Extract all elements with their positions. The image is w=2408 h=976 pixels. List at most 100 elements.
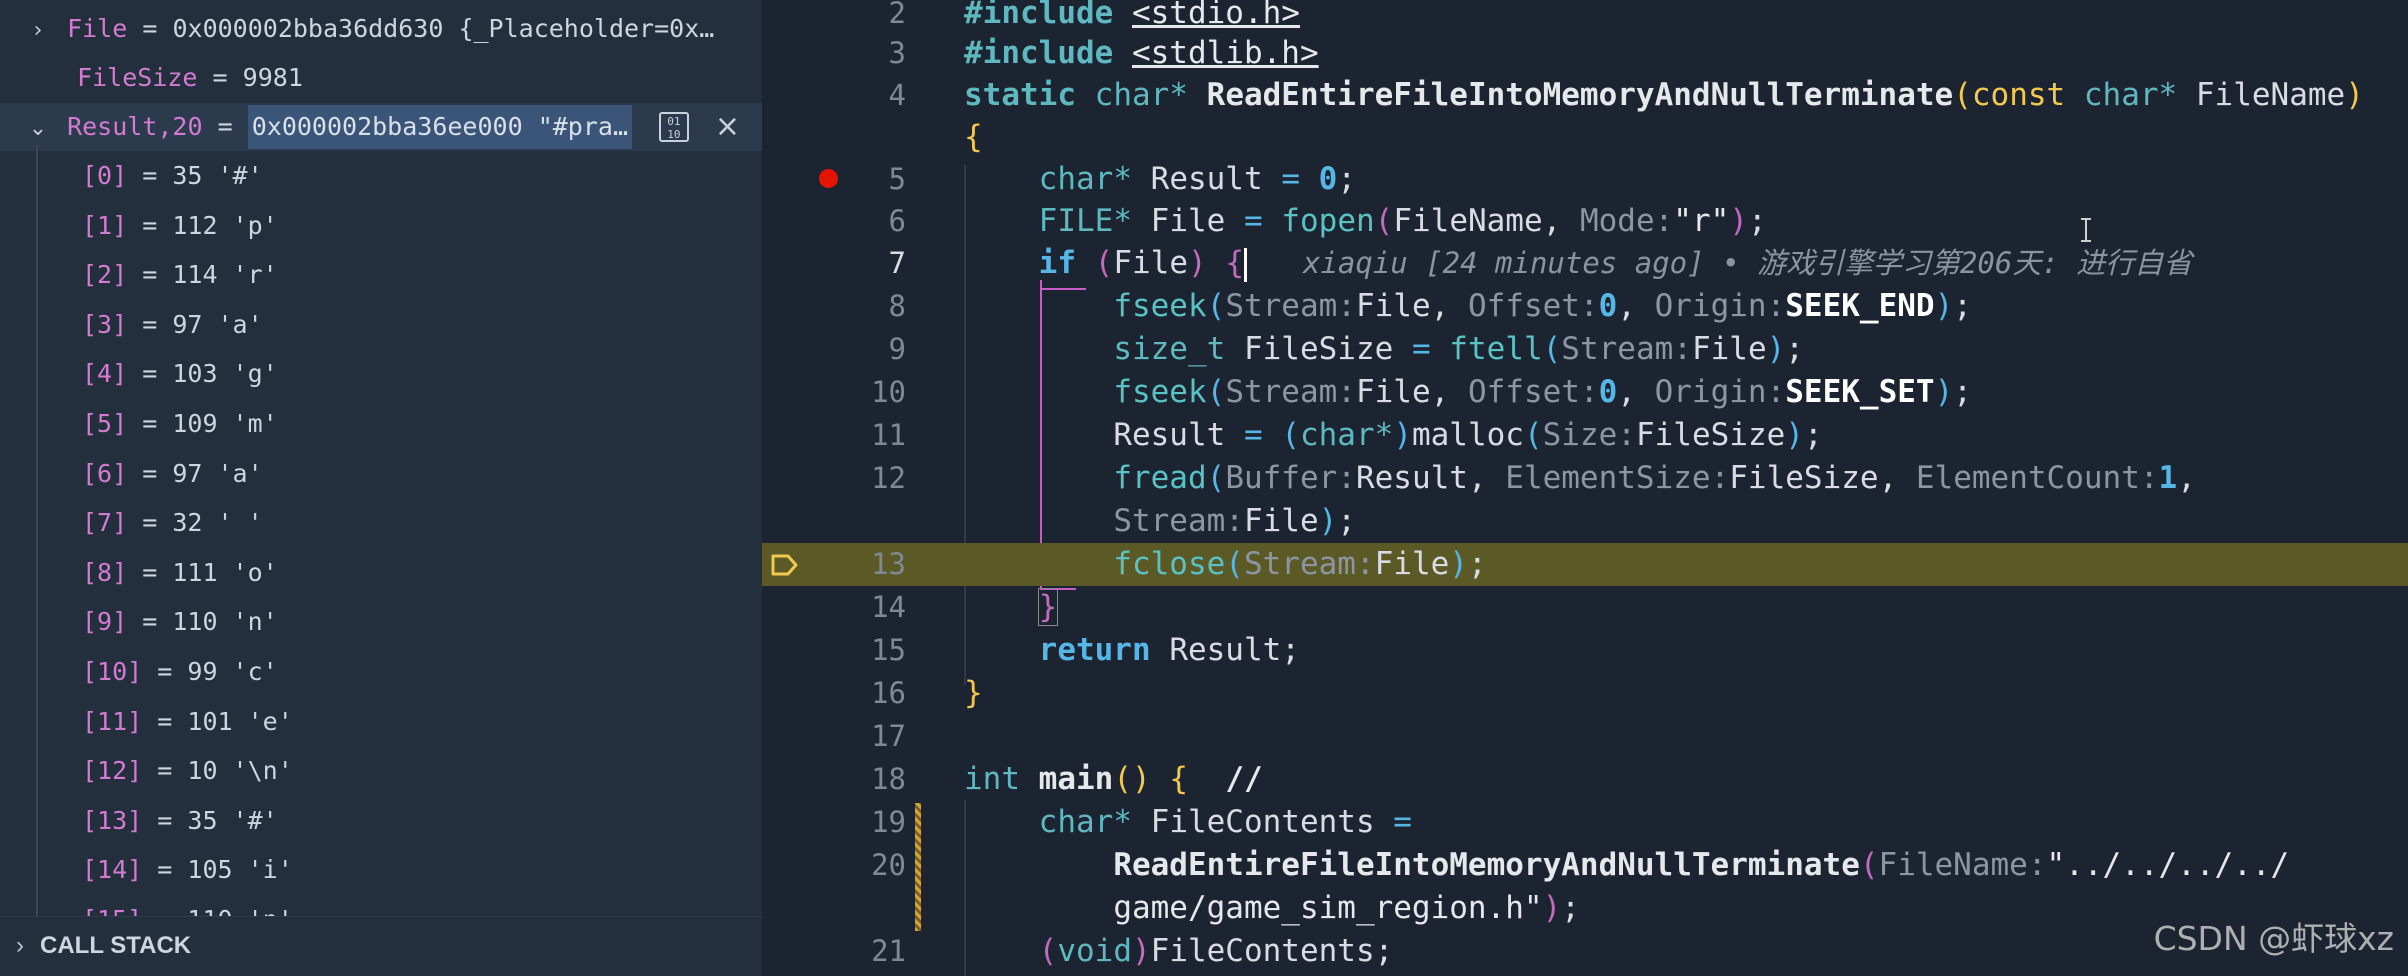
code-line[interactable]: 11 Result = (char*)malloc(Size:FileSize)… [762, 414, 2408, 457]
equals-sign: = [142, 309, 158, 339]
array-element-row[interactable]: [9] = 110 'n' [0, 598, 762, 646]
code-line[interactable]: 16 } [762, 672, 2408, 715]
array-element-row[interactable]: [2] = 114 'r' [0, 251, 762, 299]
array-element-row[interactable]: [14] = 105 'i' [0, 846, 762, 894]
token: char [1299, 417, 1375, 453]
line-number: 10 [871, 375, 906, 409]
token: fopen [1281, 203, 1375, 239]
current-execution-line[interactable]: 13 fclose(Stream:File); [762, 543, 2408, 586]
element-index: [5] [82, 409, 128, 438]
line-number: 6 [888, 204, 906, 238]
token: * [1113, 161, 1132, 197]
token: 0 [1598, 374, 1618, 410]
line-number: 16 [871, 676, 906, 710]
code-line[interactable]: 2 #include <stdio.h> [762, 0, 2408, 35]
code-line-wrap[interactable]: Stream:File); [762, 500, 2408, 543]
chevron-right-icon[interactable]: › [24, 7, 52, 53]
variable-name: FileSize [77, 63, 198, 92]
variable-row-result[interactable]: ⌄ Result,20 = 0x000002bba36ee000 "#pra… … [0, 103, 762, 151]
array-element-row[interactable]: [3] = 97 'a' [0, 301, 762, 349]
code-line[interactable]: 18 int main() { // [762, 758, 2408, 801]
token: ftell [1449, 331, 1543, 367]
token: * [1374, 417, 1394, 453]
variable-name: Result,20 [67, 112, 203, 141]
equals-sign: = [142, 260, 158, 290]
element-value: 35 '#' [172, 161, 263, 190]
code-line[interactable]: { [762, 116, 2408, 159]
element-index: [6] [82, 458, 128, 488]
inlay-hint: Stream: [1113, 503, 1244, 539]
inlay-hint: Stream: [1225, 374, 1356, 410]
code-editor[interactable]: 2 #include <stdio.h> 3 #include <stdlib.… [762, 0, 2408, 976]
element-value: 110 'n' [172, 607, 278, 637]
array-element-row[interactable]: [0] = 35 '#' [0, 152, 762, 200]
array-element-row[interactable]: [12] = 10 '\n' [0, 747, 762, 795]
include-link[interactable]: <stdlib.h> [1132, 35, 1319, 71]
code-line[interactable]: 12 fread(Buffer:Result, ElementSize:File… [762, 457, 2408, 500]
line-number: 3 [888, 36, 906, 70]
inlay-hint: Size: [1542, 417, 1636, 453]
token: SEEK_END [1785, 288, 1935, 324]
array-element-row[interactable]: [5] = 109 'm' [0, 400, 762, 448]
code-line[interactable]: 8 fseek(Stream:File, Offset:0, Origin:SE… [762, 285, 2408, 328]
equals-sign: = [142, 607, 158, 637]
array-element-row[interactable]: [4] = 103 'g' [0, 350, 762, 398]
close-icon[interactable]: × [715, 112, 740, 142]
token: fseek [1113, 288, 1207, 324]
code-line[interactable]: 4 static char* ReadEntireFileIntoMemoryA… [762, 74, 2408, 117]
token: * [1113, 804, 1132, 840]
token: fseek [1113, 374, 1207, 410]
array-element-row[interactable]: [7] = 32 ' ' [0, 499, 762, 547]
code-line[interactable]: 10 fseek(Stream:File, Offset:0, Origin:S… [762, 371, 2408, 414]
equals-sign: = [157, 756, 173, 786]
token: return [1038, 632, 1151, 668]
element-index: [12] [82, 756, 143, 786]
code-line[interactable]: 6 FILE* File = fopen(FileName, Mode:"r")… [762, 200, 2408, 243]
variable-value: 9981 [242, 63, 303, 92]
code-line[interactable]: 3 #include <stdlib.h> [762, 32, 2408, 75]
include-link[interactable]: <stdio.h> [1132, 0, 1300, 31]
token: FileName [2195, 77, 2346, 113]
chevron-down-icon[interactable]: ⌄ [24, 105, 52, 151]
element-index: [11] [82, 706, 143, 736]
call-stack-section-header[interactable]: › CALL STACK [0, 916, 762, 976]
equals-sign: = [142, 458, 158, 488]
element-index: [1] [82, 210, 128, 240]
code-line[interactable]: 15 return Result; [762, 629, 2408, 672]
token: File [1243, 503, 1319, 539]
equals-sign: = [212, 63, 228, 92]
line-number: 20 [871, 848, 906, 882]
element-value: 97 'a' [172, 458, 263, 488]
element-value: 114 'r' [172, 260, 278, 290]
line-number: 2 [888, 0, 906, 30]
code-line[interactable]: 17 [762, 715, 2408, 758]
line-number: 19 [871, 805, 906, 839]
variable-row-filesize[interactable]: FileSize = 9981 [0, 54, 762, 102]
code-line[interactable]: 9 size_t FileSize = ftell(Stream:File); [762, 328, 2408, 371]
view-binary-data-icon[interactable]: 01 10 [658, 112, 689, 142]
code-line-active[interactable]: 7 if (File) { xiaqiu [24 minutes ago] • … [762, 242, 2408, 285]
variable-value-editor[interactable]: 0x000002bba36ee000 "#pra… [247, 105, 633, 149]
array-element-row[interactable]: [8] = 111 'o' [0, 549, 762, 597]
array-element-row[interactable]: [11] = 101 'e' [0, 698, 762, 746]
code-line[interactable]: 5 char* Result = 0; [762, 158, 2408, 201]
element-value: 101 'e' [187, 706, 293, 736]
text-cursor [1244, 247, 1247, 282]
code-line[interactable]: 20 ReadEntireFileIntoMemoryAndNullTermin… [762, 844, 2408, 887]
token: char [1038, 804, 1114, 840]
element-index: [4] [82, 359, 128, 389]
token: FileContents [1150, 933, 1375, 969]
array-element-row[interactable]: [10] = 99 'c' [0, 648, 762, 696]
code-line[interactable]: 14 } [762, 586, 2408, 629]
array-element-row[interactable]: [13] = 35 '#' [0, 797, 762, 845]
line-number: 21 [871, 934, 906, 968]
code-line[interactable]: 19 char* FileContents = [762, 801, 2408, 844]
variable-value: 0x000002bba36dd630 {_Placeholder=0x… [172, 14, 715, 43]
array-element-row[interactable]: [1] = 112 'p' [0, 202, 762, 250]
inlay-hint: Origin: [1654, 374, 1786, 410]
array-element-row[interactable]: [6] = 97 'a' [0, 450, 762, 498]
token: // [1225, 761, 1263, 797]
token: 0 [1598, 288, 1618, 324]
variable-row-file[interactable]: › File = 0x000002bba36dd630 {_Placeholde… [0, 5, 762, 53]
chevron-right-icon[interactable]: › [0, 917, 40, 975]
